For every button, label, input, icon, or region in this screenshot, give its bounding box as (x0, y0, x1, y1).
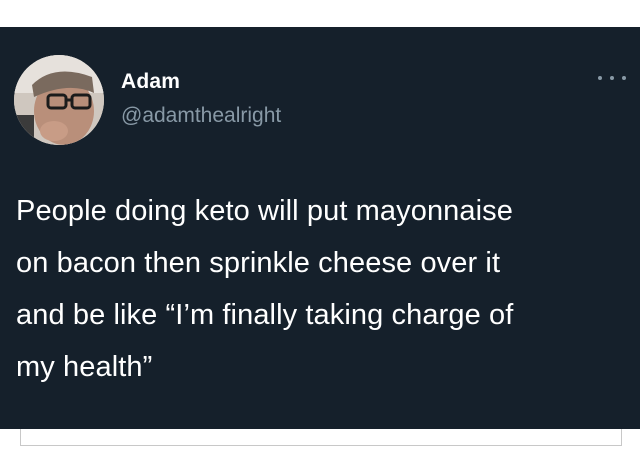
more-options-icon[interactable] (598, 71, 626, 85)
tweet-text: People doing keto will put mayonnaise on… (16, 195, 514, 383)
tweet-card: Adam @adamthealright People doing keto w… (0, 27, 640, 429)
avatar-photo-icon (14, 55, 104, 145)
author-handle[interactable]: @adamthealright (121, 103, 281, 129)
more-dot (598, 76, 602, 80)
author-name[interactable]: Adam (121, 69, 180, 95)
screenshot-canvas: Adam @adamthealright People doing keto w… (0, 0, 640, 462)
avatar[interactable] (14, 55, 104, 145)
bottom-strip (20, 429, 622, 446)
more-dot (622, 76, 626, 80)
more-dot (610, 76, 614, 80)
